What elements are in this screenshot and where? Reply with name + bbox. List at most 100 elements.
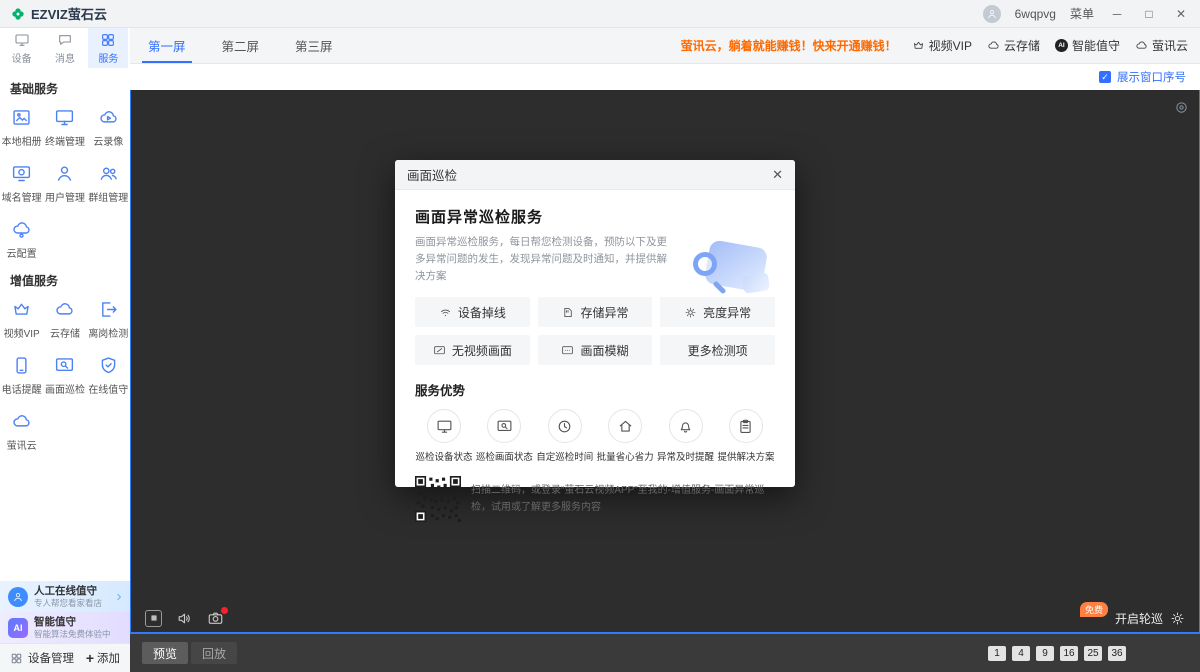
view-options-bar: 展示窗口序号 bbox=[130, 64, 1200, 90]
screen-search-icon bbox=[496, 418, 513, 435]
check-blurry[interactable]: 画面模糊 bbox=[538, 335, 653, 365]
tour-badge: 免费 bbox=[1080, 602, 1108, 617]
tab-screen-2[interactable]: 第二屏 bbox=[204, 28, 278, 63]
sidebar-item-local-album[interactable]: 本地相册 bbox=[0, 107, 43, 148]
screen-tabbar: 第一屏 第二屏 第三屏 萤讯云，躺着就能赚钱！快来开通赚钱！ 视频VIP 云存储… bbox=[130, 28, 1200, 64]
dialog-title: 画面巡检 bbox=[407, 165, 457, 184]
device-grid-icon bbox=[10, 652, 23, 665]
quick-cloud-storage[interactable]: 云存储 bbox=[987, 37, 1040, 54]
terminal-icon bbox=[54, 107, 75, 128]
layout-1-button[interactable]: 1 bbox=[988, 646, 1006, 661]
check-no-video[interactable]: 无视频画面 bbox=[415, 335, 530, 365]
ai-icon: AI bbox=[8, 618, 28, 638]
speaker-icon[interactable] bbox=[176, 610, 193, 627]
start-tour-button[interactable]: 开启轮巡 bbox=[1115, 610, 1163, 627]
sidebar-item-terminal-mgmt[interactable]: 终端管理 bbox=[43, 107, 86, 148]
layout-4-button[interactable]: 4 bbox=[1012, 646, 1030, 661]
app-logo-text: EZVIZ萤石云 bbox=[31, 4, 107, 23]
username-label[interactable]: 6wqpvg bbox=[1015, 7, 1056, 21]
crown-icon bbox=[912, 39, 925, 52]
nav-label: 服务 bbox=[98, 50, 118, 65]
layout-16-button[interactable]: 16 bbox=[1060, 646, 1078, 661]
sidebar-item-screen-patrol[interactable]: 画面巡检 bbox=[43, 355, 86, 396]
magnifier-illustration bbox=[673, 240, 785, 306]
cloud-gear-icon bbox=[11, 219, 32, 240]
ezviz-logo-icon bbox=[10, 6, 26, 22]
dialog-heading: 画面异常巡检服务 bbox=[415, 206, 775, 227]
device-mgmt-button[interactable]: 设备管理 bbox=[28, 650, 74, 666]
sidebar-item-user-mgmt[interactable]: 用户管理 bbox=[43, 163, 86, 204]
sidebar-item-cloud-storage[interactable]: 云存储 bbox=[43, 299, 86, 340]
promo-title: 智能值守 bbox=[34, 616, 111, 629]
check-storage-error[interactable]: 存储异常 bbox=[538, 297, 653, 327]
playback-tab[interactable]: 回放 bbox=[191, 642, 237, 664]
promo-subtitle: 专人帮您看家看店 bbox=[34, 598, 102, 609]
snapshot-button[interactable] bbox=[207, 610, 224, 627]
user-avatar[interactable] bbox=[983, 5, 1001, 23]
advantages-row: 巡检设备状态 巡检画面状态 自定巡检时间 批量省心省力 异常及时提醒 提供解决方… bbox=[415, 409, 775, 463]
promo-manual-duty[interactable]: 人工在线值守 专人帮您看家看店 bbox=[0, 581, 130, 612]
close-button[interactable]: ✕ bbox=[1172, 7, 1190, 21]
dialog-close-button[interactable]: ✕ bbox=[772, 167, 783, 183]
qr-code bbox=[415, 476, 461, 522]
preview-tab[interactable]: 预览 bbox=[142, 642, 188, 664]
patrol-float-icon[interactable] bbox=[1174, 100, 1189, 115]
player-controls: 免费 开启轮巡 bbox=[131, 604, 1199, 632]
sidebar-item-online-duty[interactable]: 在线值守 bbox=[87, 355, 130, 396]
bottom-bar: 预览 回放 1 4 9 16 25 36 bbox=[130, 634, 1200, 672]
qr-instructions: 扫描二维码，或登录“萤石云视频APP”至我的-增值服务-画面异常巡检，试用或了解… bbox=[471, 482, 775, 516]
sidebar-item-ezviz-cloud[interactable]: 萤讯云 bbox=[0, 411, 43, 452]
value-services-title: 增值服务 bbox=[0, 260, 130, 299]
monitor-icon bbox=[436, 418, 453, 435]
tab-screen-1[interactable]: 第一屏 bbox=[130, 28, 204, 63]
cloud-icon bbox=[11, 411, 32, 432]
nav-label: 设备 bbox=[12, 50, 32, 65]
show-window-number-checkbox[interactable] bbox=[1099, 71, 1111, 83]
check-device-offline[interactable]: 设备掉线 bbox=[415, 297, 530, 327]
value-services-grid: 视频VIP 云存储 离岗检测 电话提醒 画面巡检 在线值守 萤讯云 bbox=[0, 299, 130, 452]
nav-item-service[interactable]: 服务 bbox=[88, 28, 128, 68]
sidebar-item-cloud-record[interactable]: 云录像 bbox=[87, 107, 130, 148]
quick-ai-duty[interactable]: AI 智能值守 bbox=[1055, 37, 1120, 54]
cloud-icon bbox=[1135, 39, 1148, 52]
layout-9-button[interactable]: 9 bbox=[1036, 646, 1054, 661]
tab-screen-3[interactable]: 第三屏 bbox=[277, 28, 351, 63]
blur-icon bbox=[561, 344, 574, 357]
cloud-icon bbox=[987, 39, 1000, 52]
layout-36-button[interactable]: 36 bbox=[1108, 646, 1126, 661]
sidebar-item-group-mgmt[interactable]: 群组管理 bbox=[87, 163, 130, 204]
sidebar-item-leave-detect[interactable]: 离岗检测 bbox=[87, 299, 130, 340]
gear-icon[interactable] bbox=[1170, 611, 1185, 626]
minimize-button[interactable]: ─ bbox=[1108, 7, 1126, 21]
dialog-titlebar: 画面巡检 ✕ bbox=[395, 160, 795, 190]
sidebar-item-video-vip[interactable]: 视频VIP bbox=[0, 299, 43, 340]
adv-solution: 提供解决方案 bbox=[717, 409, 775, 463]
service-icon bbox=[100, 32, 116, 48]
maximize-button[interactable]: □ bbox=[1140, 7, 1158, 21]
sidebar-item-cloud-config[interactable]: 云配置 bbox=[0, 219, 43, 260]
promo-ai-duty[interactable]: AI 智能值守 智能算法免费体验中 bbox=[0, 612, 130, 643]
sidebar-item-domain-mgmt[interactable]: 域名管理 bbox=[0, 163, 43, 204]
sidebar-item-phone-remind[interactable]: 电话提醒 bbox=[0, 355, 43, 396]
promo-banner-text[interactable]: 萤讯云，躺着就能赚钱！快来开通赚钱！ bbox=[681, 37, 897, 54]
message-icon bbox=[57, 32, 73, 48]
layout-25-button[interactable]: 25 bbox=[1084, 646, 1102, 661]
nav-item-device[interactable]: 设备 bbox=[2, 28, 42, 68]
quick-ezviz-cloud[interactable]: 萤讯云 bbox=[1135, 37, 1188, 54]
check-more-items[interactable]: 更多检测项 bbox=[660, 335, 775, 365]
ai-icon: AI bbox=[1055, 39, 1068, 52]
menu-button[interactable]: 菜单 bbox=[1070, 5, 1094, 22]
primary-nav: 设备 消息 服务 bbox=[0, 28, 130, 68]
promo-subtitle: 智能算法免费体验中 bbox=[34, 629, 111, 640]
quick-video-vip[interactable]: 视频VIP bbox=[912, 37, 972, 54]
add-device-button[interactable]: + 添加 bbox=[86, 650, 120, 666]
stop-button[interactable] bbox=[145, 610, 162, 627]
patrol-icon bbox=[54, 355, 75, 376]
no-video-icon bbox=[433, 344, 446, 357]
user-icon bbox=[54, 163, 75, 184]
device-icon bbox=[14, 32, 30, 48]
user-icon bbox=[986, 8, 998, 20]
phone-icon bbox=[11, 355, 32, 376]
cloud-play-icon bbox=[98, 107, 119, 128]
nav-item-message[interactable]: 消息 bbox=[45, 28, 85, 68]
